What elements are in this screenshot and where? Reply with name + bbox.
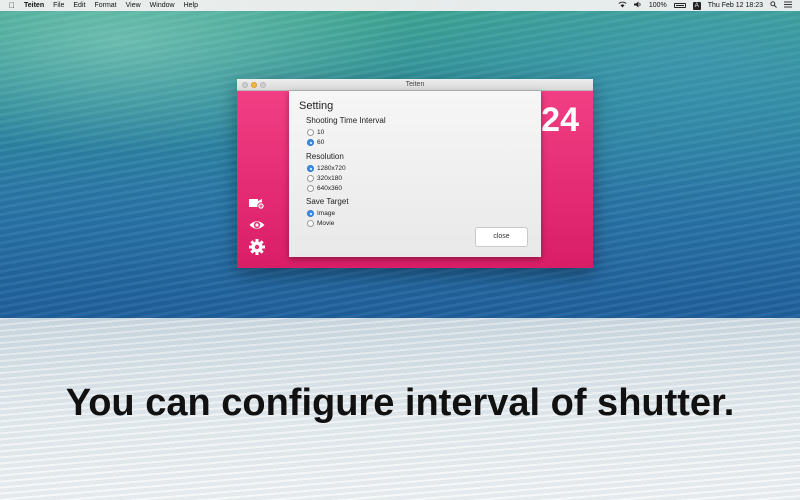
window-close-icon[interactable] (242, 82, 248, 88)
list-icon[interactable] (784, 1, 792, 10)
photo-counter: 24 (541, 101, 579, 139)
radio-button[interactable] (307, 220, 314, 227)
radio-label: Image (317, 210, 336, 217)
gear-icon[interactable] (249, 239, 265, 255)
resolution-label: Resolution (306, 152, 344, 161)
camera-icon[interactable] (249, 195, 265, 211)
radio-button-selected[interactable] (307, 139, 314, 146)
app-body: 24 Setting Shooting Time Interval 10 60 … (237, 91, 593, 268)
search-icon[interactable] (770, 1, 777, 10)
menu-clock[interactable]: Thu Feb 12 18:23 (708, 2, 763, 9)
speaker-icon[interactable] (633, 1, 642, 10)
input-source-icon[interactable]: A (692, 1, 701, 10)
settings-panel: Setting Shooting Time Interval 10 60 Res… (289, 91, 541, 257)
wifi-icon[interactable] (618, 1, 627, 10)
eye-icon[interactable] (249, 217, 265, 233)
radio-label: 1280x720 (317, 165, 346, 172)
battery-percent: 100% (648, 2, 667, 9)
window-titlebar[interactable]: Teiten (237, 79, 593, 91)
promo-caption: You can configure interval of shutter. (65, 382, 735, 424)
battery-icon[interactable] (673, 3, 686, 8)
close-button[interactable]: close (475, 227, 528, 247)
save-target-label: Save Target (306, 197, 349, 206)
menu-edit[interactable]: Edit (73, 2, 85, 9)
menu-help[interactable]: Help (184, 2, 198, 9)
resolution-option-640x360[interactable]: 640x360 (307, 185, 342, 192)
window-zoom-icon[interactable] (260, 82, 266, 88)
interval-option-10[interactable]: 10 (307, 129, 324, 136)
radio-button[interactable] (307, 185, 314, 192)
resolution-option-320x180[interactable]: 320x180 (307, 175, 342, 182)
menu-window[interactable]: Window (150, 2, 175, 9)
radio-label: 60 (317, 139, 325, 146)
menu-view[interactable]: View (126, 2, 141, 9)
radio-label: 10 (317, 129, 325, 136)
save-option-image[interactable]: Image (307, 210, 335, 217)
radio-button[interactable] (307, 129, 314, 136)
radio-button-selected[interactable] (307, 210, 314, 217)
radio-button-selected[interactable] (307, 165, 314, 172)
radio-label: Movie (317, 220, 335, 227)
interval-option-60[interactable]: 60 (307, 139, 324, 146)
radio-label: 640x360 (317, 185, 342, 192)
menu-file[interactable]: File (53, 2, 64, 9)
interval-label: Shooting Time Interval (306, 116, 386, 125)
menu-bar:  Teiten File Edit Format View Window He… (0, 0, 800, 11)
menu-format[interactable]: Format (94, 2, 116, 9)
radio-button[interactable] (307, 175, 314, 182)
menu-app-name[interactable]: Teiten (24, 2, 44, 9)
settings-title: Setting (299, 100, 334, 112)
resolution-option-1280x720[interactable]: 1280x720 (307, 165, 346, 172)
window-title: Teiten (405, 81, 425, 88)
apple-icon[interactable]:  (9, 1, 15, 10)
window-minimize-icon[interactable] (251, 82, 257, 88)
radio-label: 320x180 (317, 175, 342, 182)
save-option-movie[interactable]: Movie (307, 220, 334, 227)
app-window: Teiten 24 Setting Shooting Time Interval… (237, 79, 593, 268)
